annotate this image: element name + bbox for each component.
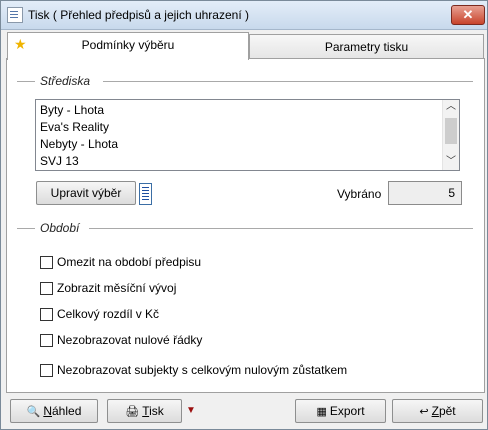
back-button[interactable]: ↩ Zpět — [392, 399, 483, 423]
obdobi-group-label: Období — [40, 221, 80, 235]
print-options-dropdown-icon[interactable]: ▼ — [185, 402, 197, 420]
window-title: Tisk ( Přehled předpisů a jejich uhrazen… — [28, 8, 249, 22]
divider — [89, 228, 473, 229]
divider — [17, 81, 35, 82]
tab-print-parameters[interactable]: Parametry tisku — [249, 34, 484, 60]
checkbox[interactable] — [40, 364, 53, 377]
checkbox-label: Nezobrazovat subjekty s celkovým nulovým… — [57, 363, 348, 377]
app-icon — [7, 7, 23, 23]
preview-button[interactable]: 🔍 Náhled — [10, 399, 98, 423]
tab-label: Podmínky výběru — [81, 38, 175, 52]
spreadsheet-icon: ▦ — [316, 405, 327, 418]
close-button[interactable]: ✕ — [451, 5, 485, 25]
tab-strip: ★ Podmínky výběru Parametry tisku — [5, 32, 484, 60]
preview-label: áhled — [52, 404, 82, 418]
strediska-listbox[interactable]: Byty - Lhota Eva's Reality Nebyty - Lhot… — [35, 99, 460, 171]
back-label: pět — [438, 404, 456, 418]
checkbox[interactable] — [40, 282, 53, 295]
printer-icon: 🖨 — [125, 405, 140, 418]
vertical-scrollbar[interactable]: ︿ ﹀ — [442, 100, 459, 170]
list-item[interactable]: Byty - Lhota — [40, 102, 104, 118]
tab-panel: Střediska Byty - Lhota Eva's Reality Neb… — [6, 58, 485, 393]
list-item[interactable]: Eva's Reality — [40, 119, 109, 135]
selected-count-label: Vybráno — [337, 187, 382, 201]
checkbox-label: Omezit na období předpisu — [57, 255, 202, 269]
preview-accel: N — [43, 404, 52, 418]
title-bar[interactable]: Tisk ( Přehled předpisů a jejich uhrazen… — [1, 1, 487, 30]
checkbox[interactable] — [40, 308, 53, 321]
list-item[interactable]: SVJ 13 — [40, 153, 79, 169]
tab-label: Parametry tisku — [324, 40, 409, 54]
print-dialog-window: Tisk ( Přehled předpisů a jejich uhrazen… — [0, 0, 488, 430]
export-button[interactable]: ▦ Export — [295, 399, 386, 423]
checkbox-label: Nezobrazovat nulové řádky — [57, 333, 203, 347]
checkbox-label: Celkový rozdíl v Kč — [57, 307, 160, 321]
divider — [103, 81, 473, 82]
star-icon: ★ — [14, 36, 27, 52]
checkbox[interactable] — [40, 334, 53, 347]
print-button[interactable]: 🖨 Tisk — [107, 399, 182, 423]
export-label: Export — [329, 404, 365, 418]
divider — [17, 228, 35, 229]
list-item[interactable]: Nebyty - Lhota — [40, 136, 118, 152]
scroll-up-icon[interactable]: ︿ — [443, 100, 459, 114]
magnifier-icon: 🔍 — [26, 405, 41, 418]
tab-selection-conditions[interactable]: ★ Podmínky výběru — [7, 32, 249, 60]
back-accel: Z — [431, 404, 439, 418]
selected-count-field: 5 — [388, 181, 462, 205]
strediska-group-label: Střediska — [40, 74, 91, 88]
checkbox[interactable] — [40, 256, 53, 269]
scroll-thumb[interactable] — [445, 118, 457, 144]
scroll-down-icon[interactable]: ﹀ — [443, 155, 459, 169]
checkbox-label: Zobrazit měsíční vývoj — [57, 281, 177, 295]
list-icon[interactable] — [139, 183, 152, 205]
print-label: isk — [149, 404, 164, 418]
edit-selection-button[interactable]: Upravit výběr — [36, 181, 136, 205]
back-icon: ↩ — [419, 405, 429, 418]
